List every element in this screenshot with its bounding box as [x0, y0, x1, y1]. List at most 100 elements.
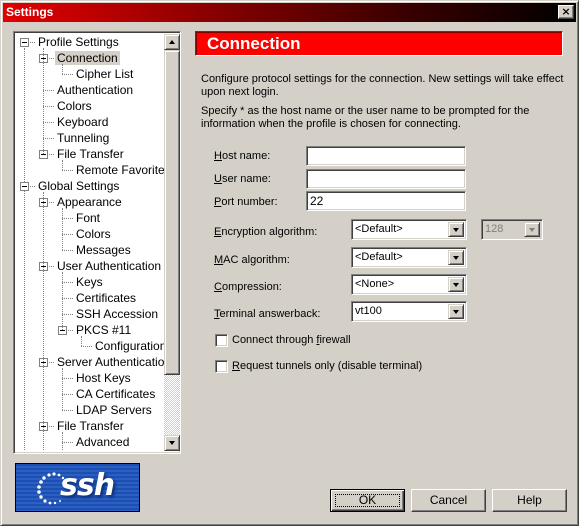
close-icon: × [561, 5, 571, 18]
tree-connector [62, 208, 63, 250]
close-button[interactable]: × [558, 5, 574, 19]
tree-item[interactable]: Certificates [74, 290, 138, 306]
tree-connector [49, 362, 54, 363]
tree-list: Profile Settings Connection Cipher List Aut… [16, 34, 164, 451]
tree-item[interactable]: Global Settings [36, 178, 121, 194]
encryption-value: <Default> [355, 223, 403, 235]
tree-item[interactable]: Colors [74, 226, 113, 242]
tree-item[interactable]: Tunneling [55, 130, 111, 146]
firewall-checkbox[interactable] [215, 334, 228, 347]
tree-connector [49, 202, 54, 203]
chevron-down-icon[interactable] [448, 222, 464, 237]
tree-item-label: Authentication [57, 83, 134, 97]
panel-hint: Specify * as the host name or the user n… [201, 105, 530, 130]
tree-item-label: Profile Settings [38, 35, 119, 49]
tree-item[interactable]: LDAP Servers [74, 402, 154, 418]
chevron-down-icon [524, 222, 540, 237]
tree-item[interactable]: Keys [74, 274, 105, 290]
tree-connector [62, 432, 63, 451]
tree-item[interactable]: Colors [55, 98, 94, 114]
encryption-select[interactable]: <Default> [351, 219, 467, 240]
tree-item-label: File Transfer [57, 147, 124, 161]
tree-connector [62, 64, 63, 74]
tree-connector [30, 186, 35, 187]
tree-item[interactable]: SSH Accession [74, 306, 160, 322]
ok-button[interactable]: OK [330, 489, 405, 512]
tree-scrollbar[interactable] [164, 34, 180, 451]
chevron-down-icon[interactable] [448, 304, 464, 319]
mac-value: <Default> [355, 251, 403, 263]
title-bar[interactable]: Settings × [3, 3, 576, 22]
tree-connector [62, 298, 73, 299]
tree-connector [43, 138, 54, 139]
tree-item[interactable]: Authentication [55, 82, 135, 98]
tree-item[interactable]: Advanced [74, 434, 131, 450]
tree-connector [43, 48, 44, 154]
tree-item[interactable]: Profile Settings [36, 34, 121, 50]
key-length-select: 128 [481, 219, 543, 240]
host-name-label: Host name: [214, 150, 271, 162]
tree-item[interactable]: Messages [74, 242, 133, 258]
compression-select[interactable]: <None> [351, 274, 467, 295]
host-name-input[interactable] [306, 146, 466, 166]
tree-item[interactable]: Keyboard [55, 114, 110, 130]
key-length-value: 128 [485, 223, 504, 235]
tree-item[interactable]: Connection [55, 50, 120, 66]
tree-connector [43, 106, 54, 107]
tunnels-only-checkbox[interactable] [215, 360, 228, 373]
port-number-label: Port number: [214, 196, 278, 208]
help-button[interactable]: Help [492, 489, 567, 512]
tree-connector [62, 378, 73, 379]
tree-item[interactable]: File Transfer [55, 418, 126, 434]
user-name-input[interactable] [306, 169, 466, 189]
tree-item-label: Connection [55, 51, 120, 65]
tree-item-label: Colors [57, 99, 92, 113]
tree-item-label: LDAP Servers [76, 403, 152, 417]
panel-header: Connection [195, 31, 563, 56]
tree-item[interactable]: Configuration [93, 338, 164, 354]
settings-dialog: Settings × Profile Settings Connection Cip… [0, 0, 579, 526]
logo-text: ssh [60, 468, 115, 503]
arrow-down-icon [169, 441, 175, 445]
collapse-icon[interactable] [20, 182, 29, 191]
collapse-icon[interactable] [20, 38, 29, 47]
tree-item-label: Cipher List [76, 67, 134, 81]
tree-connector [62, 218, 73, 219]
tree-item-label: Remote Favorites [76, 163, 164, 177]
tree-connector [81, 336, 82, 346]
tree-connector [62, 410, 73, 411]
chevron-down-icon[interactable] [448, 250, 464, 265]
tree-item[interactable]: Font [74, 210, 102, 226]
tree-item[interactable]: File Transfer [55, 146, 126, 162]
tree-item-label: Global Settings [38, 179, 120, 193]
tree-connector [49, 154, 54, 155]
tree-item[interactable]: CA Certificates [74, 386, 157, 402]
tree-item-label: Appearance [57, 195, 122, 209]
tree-connector [62, 170, 73, 171]
tree-item[interactable]: Cipher List [74, 66, 135, 82]
tree-item[interactable]: Remote Favorites [74, 162, 164, 178]
scroll-up-button[interactable] [164, 34, 180, 50]
tree-item-label: Configuration [95, 339, 164, 353]
tree-item[interactable]: User Authentication [55, 258, 163, 274]
mac-label: MAC algorithm: [214, 254, 290, 266]
user-name-label: User name: [214, 173, 271, 185]
chevron-down-icon[interactable] [448, 277, 464, 292]
tree-item[interactable]: PKCS #11 [74, 322, 133, 338]
panel-title: Connection [207, 34, 301, 53]
terminal-answerback-select[interactable]: vt100 [351, 301, 467, 322]
tree-item-label: Keys [76, 275, 103, 289]
tree-item[interactable]: Appearance [55, 194, 124, 210]
tree-item-label: CA Certificates [76, 387, 156, 401]
cancel-button[interactable]: Cancel [411, 489, 486, 512]
tree-item[interactable]: Host Keys [74, 370, 133, 386]
mac-select[interactable]: <Default> [351, 247, 467, 268]
tree-item[interactable]: Server Authentication [55, 354, 164, 370]
ssh-logo: ssh [15, 463, 140, 512]
tree-connector [62, 160, 63, 170]
scroll-thumb[interactable] [164, 50, 180, 375]
scroll-down-button[interactable] [164, 435, 180, 451]
encryption-label: Encryption algorithm: [214, 226, 318, 238]
tree-connector [43, 90, 54, 91]
port-number-input[interactable]: 22 [306, 191, 466, 211]
